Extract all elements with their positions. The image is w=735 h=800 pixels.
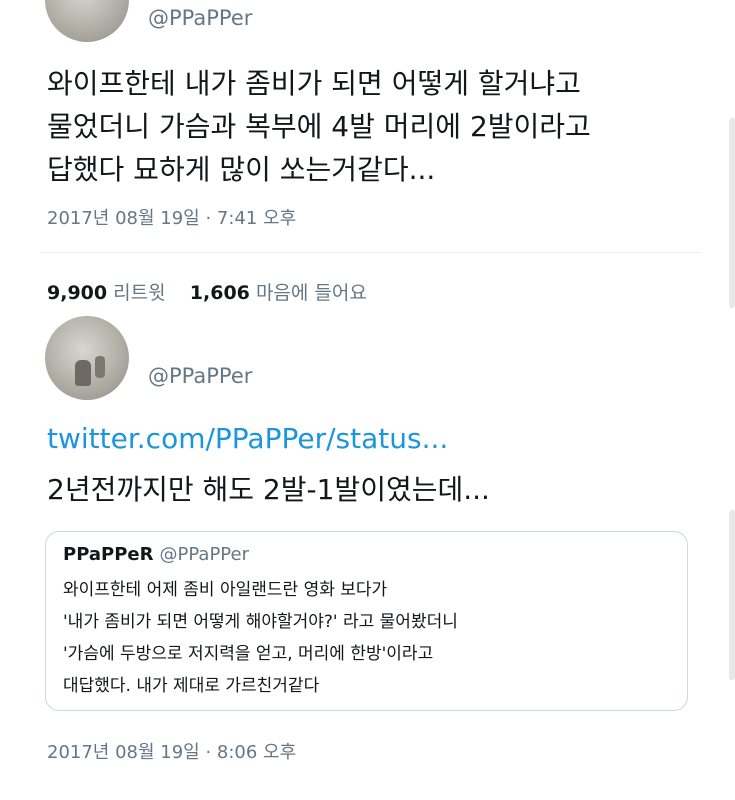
quoted-tweet-text: 와이프한테 어제 좀비 아일랜드란 영화 보다가 '내가 좀비가 되면 어떻게 …	[63, 574, 458, 702]
scrollbar[interactable]	[729, 118, 735, 308]
quoted-tweet[interactable]: PPaPPeR @PPaPPer 와이프한테 어제 좀비 아일랜드란 영화 보다가…	[45, 531, 688, 711]
avatar[interactable]	[45, 0, 129, 42]
avatar-figure	[95, 356, 105, 378]
tweet-text: 와이프한테 내가 좀비가 되면 어떻게 할거냐고 물었더니 가슴과 복부에 4발…	[47, 62, 591, 191]
tweet-timestamp[interactable]: 2017년 08월 19일 · 8:06 오후	[47, 738, 296, 764]
like-count[interactable]: 1,606	[190, 282, 250, 304]
status-link[interactable]: twitter.com/PPaPPer/status...	[47, 422, 448, 455]
avatar[interactable]	[45, 316, 129, 400]
quoted-tweet-header: PPaPPeR @PPaPPer	[63, 544, 249, 565]
tweet-text-line: 와이프한테 내가 좀비가 되면 어떻게 할거냐고	[47, 67, 581, 100]
tweet-text-line: 답했다 묘하게 많이 쏘는거같다...	[47, 153, 436, 186]
quoted-tweet-line: '내가 좀비가 되면 어떻게 해야할거야?' 라고 물어봤더니	[63, 612, 458, 632]
quoted-tweet-handle[interactable]: @PPaPPer	[160, 544, 249, 565]
like-label[interactable]: 마음에 들어요	[256, 282, 367, 304]
tweet-handle[interactable]: @PPaPPer	[148, 364, 252, 388]
quoted-tweet-name[interactable]: PPaPPeR	[63, 544, 154, 565]
retweet-label[interactable]: 리트윗	[113, 282, 165, 304]
quoted-tweet-line: 와이프한테 어제 좀비 아일랜드란 영화 보다가	[63, 580, 388, 600]
quoted-tweet-line: '가슴에 두방으로 저지력을 얻고, 머리에 한방'이라고	[63, 644, 434, 664]
divider	[40, 252, 700, 253]
tweet-stats: 9,900 리트윗 1,606 마음에 들어요	[47, 278, 367, 305]
retweet-count[interactable]: 9,900	[47, 282, 107, 304]
quoted-tweet-line: 대답했다. 내가 제대로 가르친거같다	[63, 676, 320, 696]
tweet-handle[interactable]: @PPaPPer	[148, 6, 252, 30]
tweet-timestamp[interactable]: 2017년 08월 19일 · 7:41 오후	[47, 204, 296, 230]
tweet-text-line: 물었더니 가슴과 복부에 4발 머리에 2발이라고	[47, 110, 591, 143]
scrollbar[interactable]	[729, 510, 735, 680]
avatar-figure	[75, 360, 91, 386]
tweet-text: 2년전까지만 해도 2발-1발이였는데...	[47, 473, 490, 506]
